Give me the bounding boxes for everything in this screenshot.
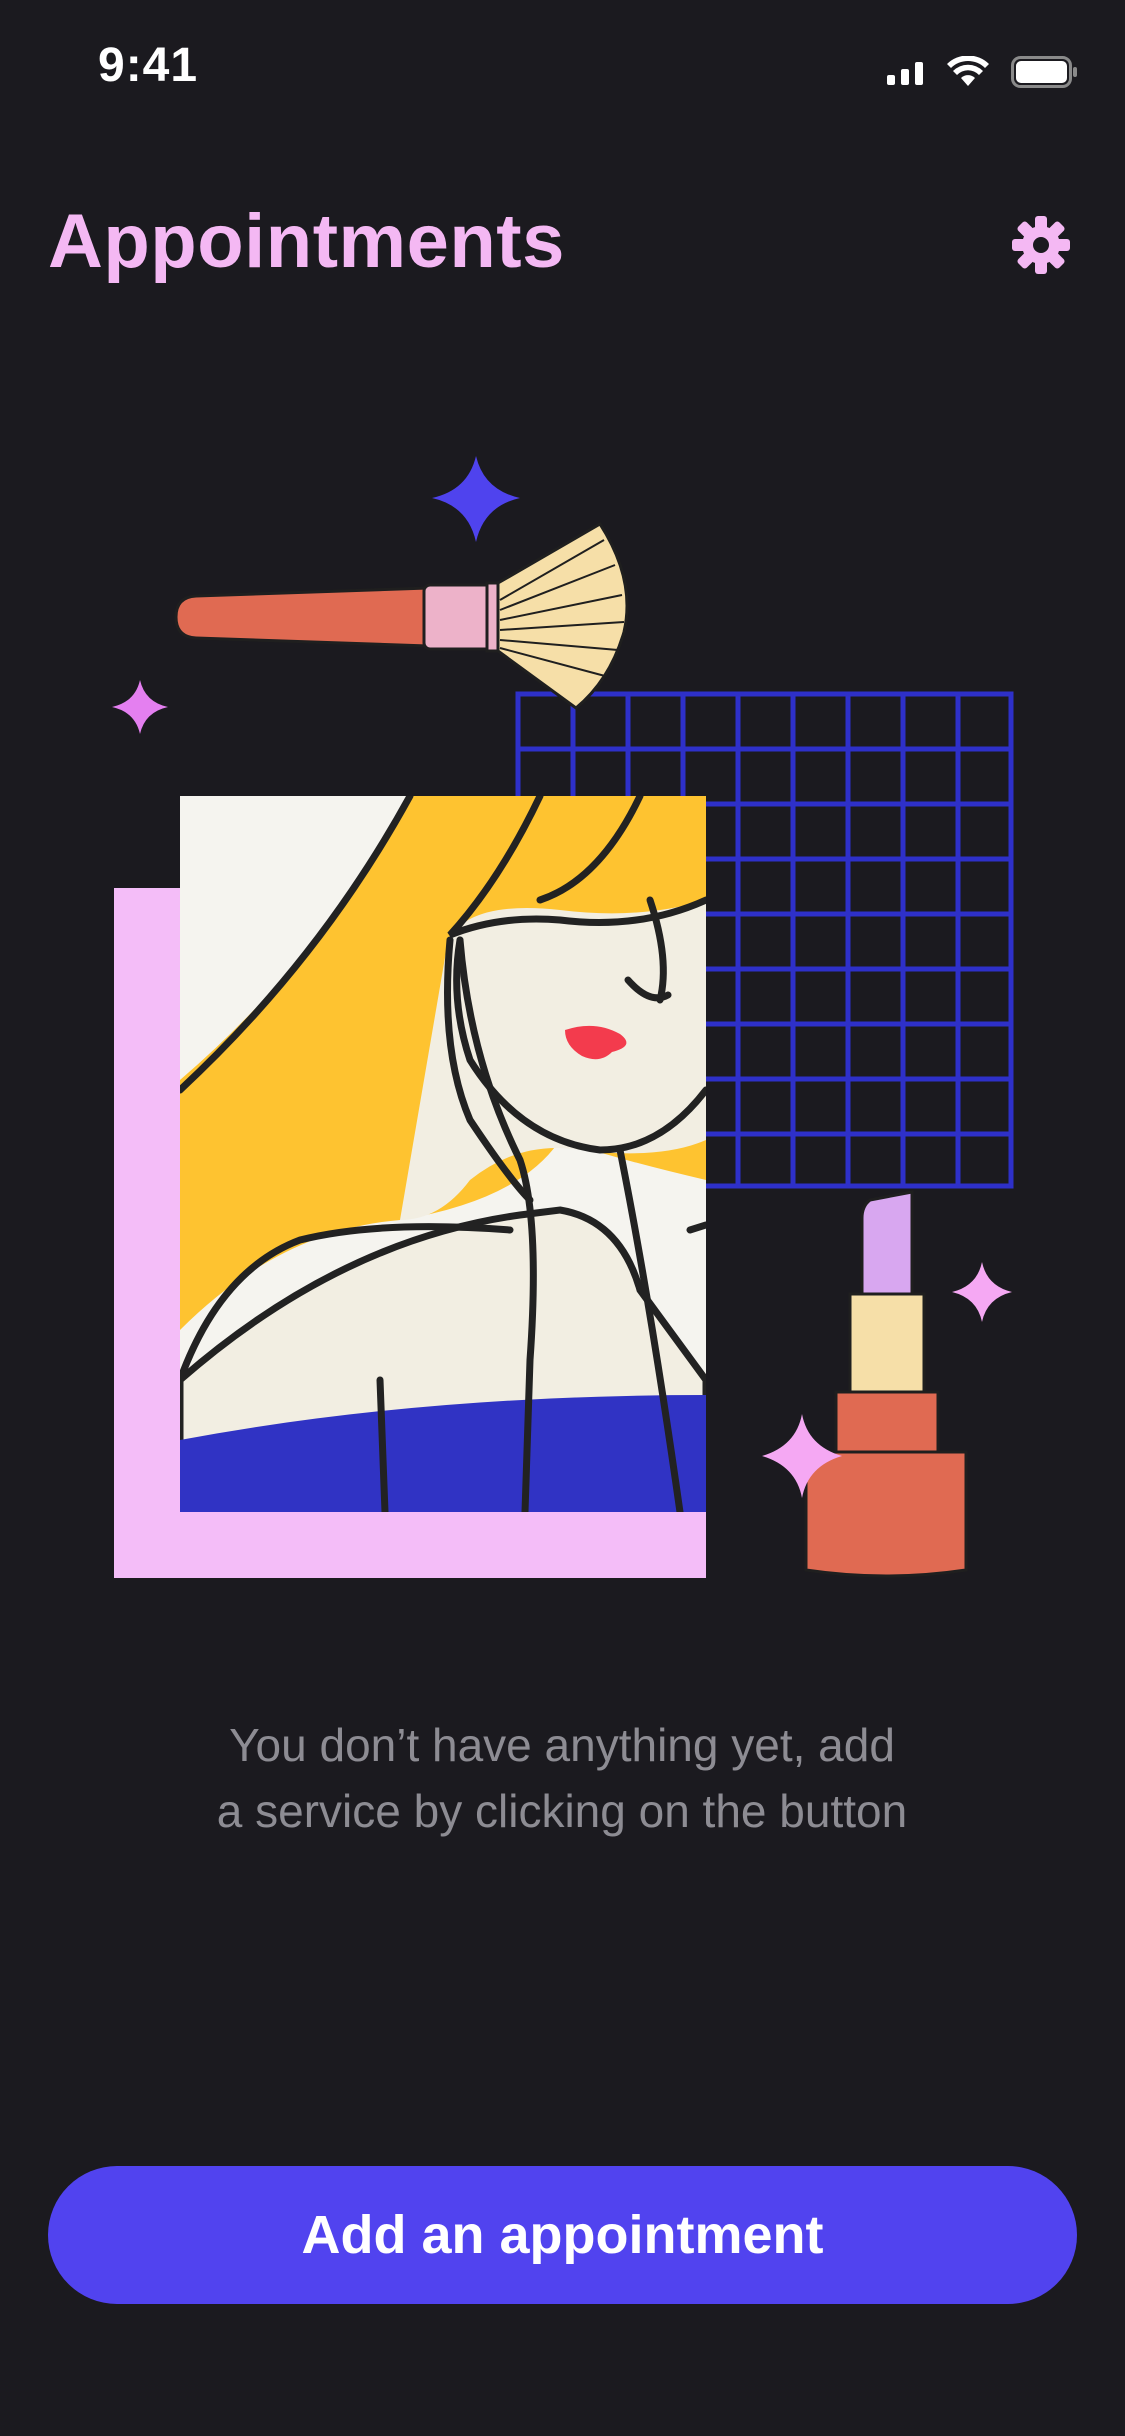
wifi-icon [947,56,989,86]
portrait-illustration [180,796,706,1512]
sparkle-icon [432,456,520,542]
lipstick-icon [804,1190,968,1578]
settings-button[interactable] [1006,210,1076,280]
header: Appointments [0,180,1125,300]
add-appointment-button[interactable]: Add an appointment [48,2166,1077,2304]
status-bar: 9:41 [0,0,1125,140]
status-icons [887,52,1077,92]
sparkle-icon [112,680,168,734]
page-title: Appointments [48,199,565,284]
cellular-signal-icon [887,62,923,85]
empty-state-line-2: a service by clicking on the button [216,1785,908,1837]
battery-icon [1011,56,1077,88]
empty-state-illustration [0,420,1125,1600]
sparkle-icon [952,1262,1012,1322]
status-time: 9:41 [98,39,199,92]
empty-state-line-1: You don’t have anything yet, add [229,1719,895,1771]
gear-icon [1012,216,1070,274]
empty-state-message: You don’t have anything yet, add a servi… [112,1712,1012,1844]
makeup-brush-icon [174,521,629,710]
